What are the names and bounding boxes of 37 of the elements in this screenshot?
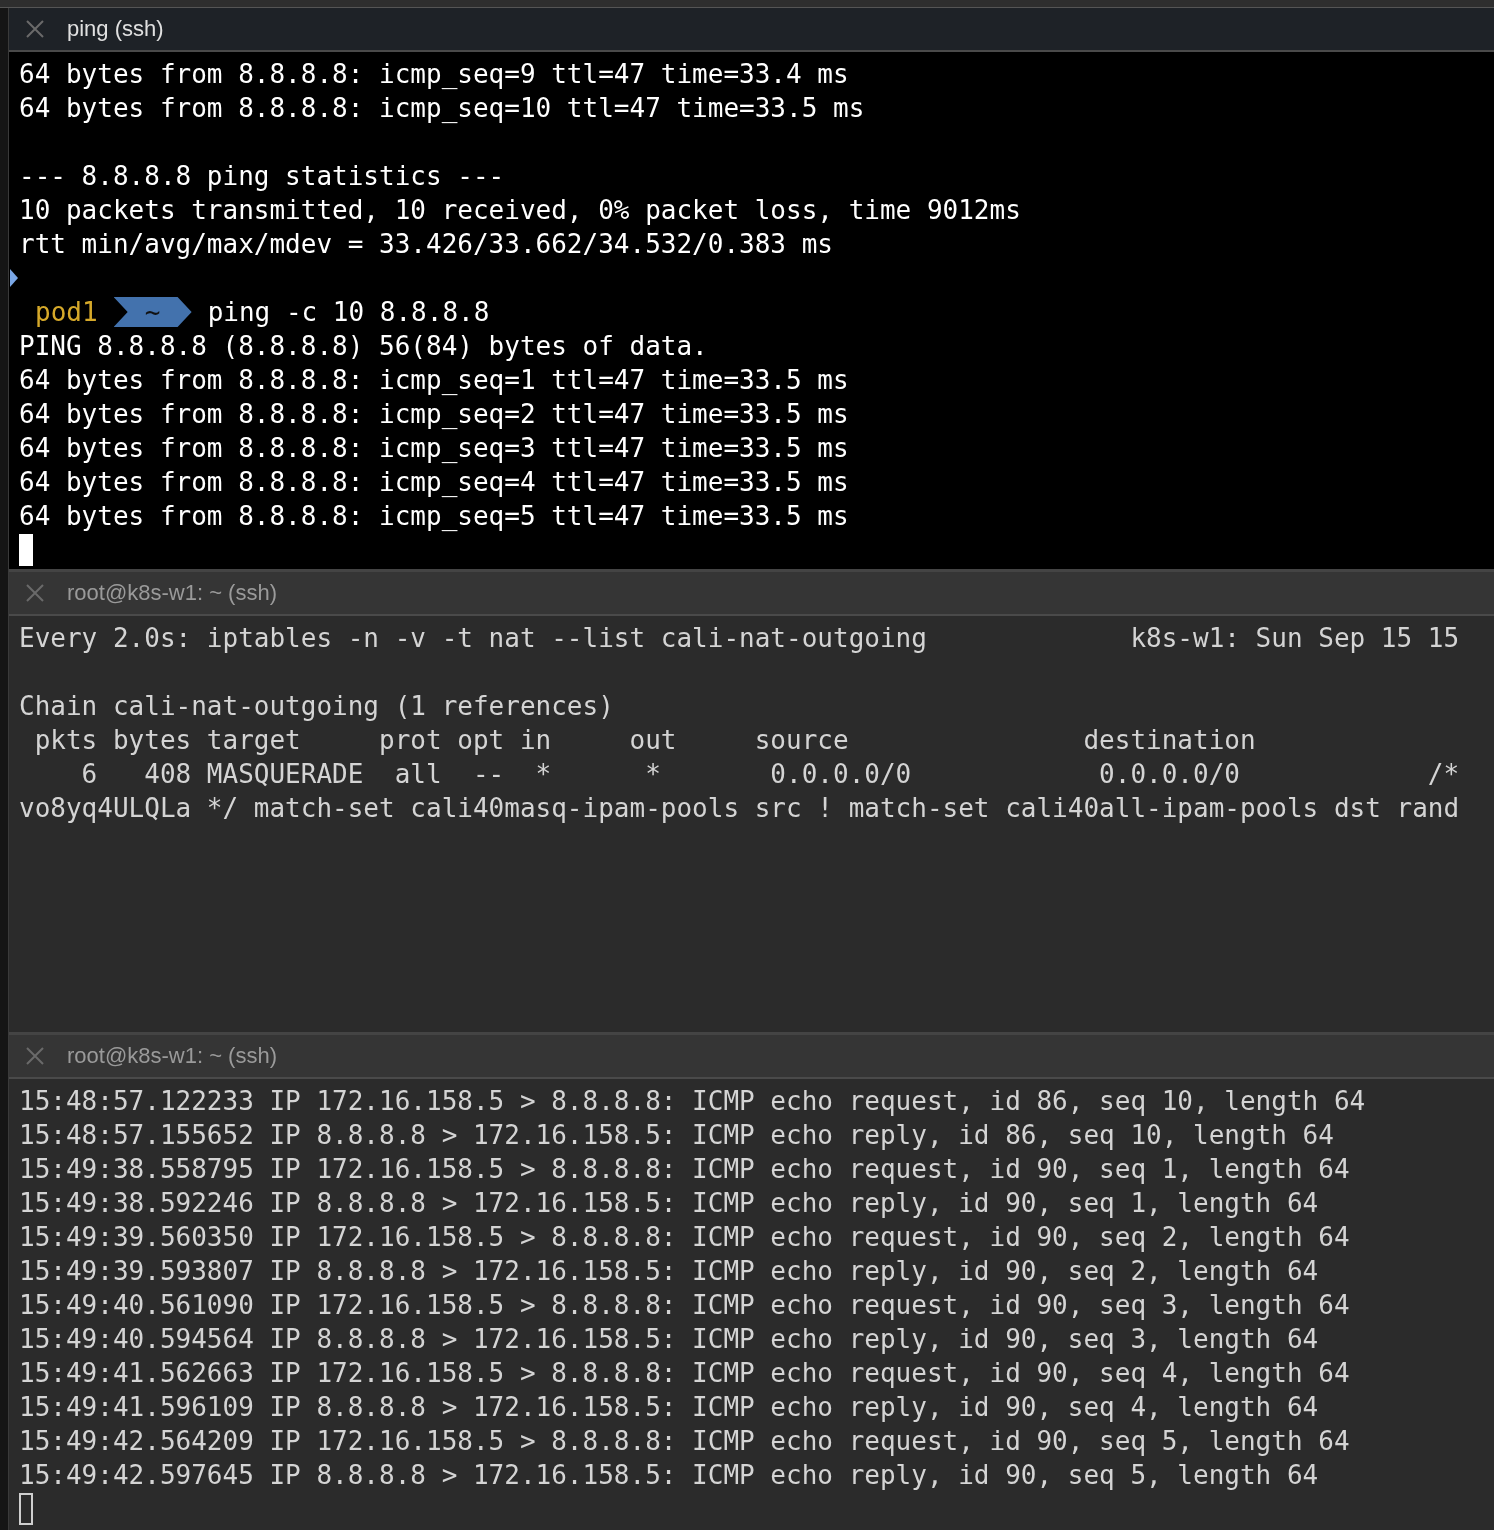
terminal-line: 64 bytes from 8.8.8.8: icmp_seq=3 ttl=47 time=33.5 ms [19,432,850,465]
terminal-line: 64 bytes from 8.8.8.8: icmp_seq=2 ttl=47 time=33.5 ms [19,398,850,431]
terminal-line: 15:49:38.558795 IP 172.16.158.5 > 8.8.8.8: ICMP echo request, id 90, seq 1, length 64 [19,1153,1351,1186]
terminal-line: Chain cali-nat-outgoing (1 references) [19,690,615,723]
prompt-directory: ~ [113,297,192,327]
terminal-line: PING 8.8.8.8 (8.8.8.8) 56(84) bytes of data. [19,330,709,363]
pane-title: root@k8s-w1: ~ (ssh) [67,580,277,606]
terminal-line: 6 408 MASQUERADE all -- * * 0.0.0.0/0 0.0.0.0/0 /* [80,758,1461,791]
terminal-line: --- 8.8.8.8 ping statistics --- [19,160,506,193]
terminal-line: 64 bytes from 8.8.8.8: icmp_seq=1 ttl=47 time=33.5 ms [19,364,850,397]
close-icon[interactable] [25,19,45,39]
terminal-line: Every 2.0s: iptables -n -v -t nat --list cali-nat-outgoing k8s-w1: Sun Sep 15 15 [19,622,1461,655]
terminal-command: ping -c 10 8.8.8.8 [207,296,490,329]
terminal-line: 15:49:38.592246 IP 8.8.8.8 > 172.16.158.5: ICMP echo reply, id 90, seq 1, length 64 [19,1187,1320,1220]
pane-title: root@k8s-w1: ~ (ssh) [67,1043,277,1069]
prompt-host: pod1 [35,296,98,329]
terminal-line: vo8yq4ULQLa */ match-set cali40masq-ipam-pools src ! match-set cali40all-ipam-pools dst rand [19,792,1461,825]
pane-title: ping (ssh) [67,16,164,42]
terminal-line: 15:49:42.597645 IP 8.8.8.8 > 172.16.158.5: ICMP echo reply, id 90, seq 5, length 64 [19,1459,1320,1492]
close-icon[interactable] [25,1046,45,1066]
terminal-line: pkts bytes target prot opt in out source destination [33,724,1257,757]
terminal-line: 15:48:57.155652 IP 8.8.8.8 > 172.16.158.5: ICMP echo reply, id 86, seq 10, length 64 [19,1119,1335,1152]
terminal-line: 64 bytes from 8.8.8.8: icmp_seq=9 ttl=47 time=33.4 ms [19,58,850,91]
terminal-line: 15:48:57.122233 IP 172.16.158.5 > 8.8.8.8: ICMP echo request, id 86, seq 10, length 64 [19,1085,1367,1118]
terminal-line: 15:49:42.564209 IP 172.16.158.5 > 8.8.8.8: ICMP echo request, id 90, seq 5, length 64 [19,1425,1351,1458]
terminal-line: 15:49:41.596109 IP 8.8.8.8 > 172.16.158.5: ICMP echo reply, id 90, seq 4, length 64 [19,1391,1320,1424]
terminal-line: 10 packets transmitted, 10 received, 0% packet loss, time 9012ms [19,194,1022,227]
terminal-line: 15:49:40.594564 IP 8.8.8.8 > 172.16.158.5: ICMP echo reply, id 90, seq 3, length 64 [19,1323,1320,1356]
terminal-line: 15:49:41.562663 IP 172.16.158.5 > 8.8.8.8: ICMP echo request, id 90, seq 4, length 64 [19,1357,1351,1390]
terminal-line: 15:49:39.593807 IP 8.8.8.8 > 172.16.158.5: ICMP echo reply, id 90, seq 2, length 64 [19,1255,1320,1288]
terminal-line: rtt min/avg/max/mdev = 33.426/33.662/34.532/0.383 ms [19,228,834,261]
terminal-line: 15:49:39.560350 IP 172.16.158.5 > 8.8.8.8: ICMP echo request, id 90, seq 2, length 64 [19,1221,1351,1254]
terminal-line: 64 bytes from 8.8.8.8: icmp_seq=4 ttl=47 time=33.5 ms [19,466,850,499]
terminal-line: 15:49:40.561090 IP 172.16.158.5 > 8.8.8.8: ICMP echo request, id 90, seq 3, length 64 [19,1289,1351,1322]
close-icon[interactable] [25,583,45,603]
terminal-line: 64 bytes from 8.8.8.8: icmp_seq=10 ttl=47 time=33.5 ms [19,92,866,125]
terminal-line: 64 bytes from 8.8.8.8: icmp_seq=5 ttl=47 time=33.5 ms [19,500,850,533]
